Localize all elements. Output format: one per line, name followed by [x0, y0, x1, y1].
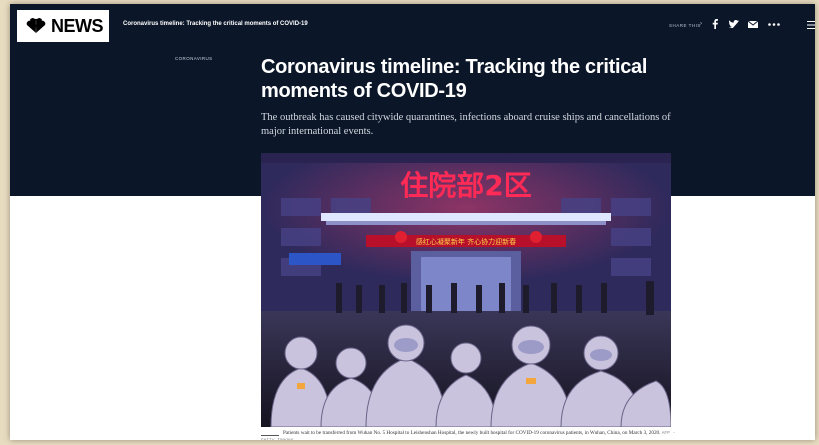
menu-icon[interactable]: [807, 21, 815, 29]
screenshot-frame: NEWS Coronavirus timeline: Tracking the …: [10, 4, 815, 440]
bar-article-title: Coronavirus timeline: Tracking the criti…: [123, 21, 308, 27]
nbc-news-logo[interactable]: NEWS: [17, 10, 109, 42]
article-photo: 住院部2区 感红心凝聚新年 齐心协力迎新春: [261, 153, 671, 427]
more-icon[interactable]: [768, 18, 780, 30]
article-headline: Coronavirus timeline: Tracking the criti…: [261, 56, 648, 102]
top-nav-bar: NEWS Coronavirus timeline: Tracking the …: [10, 4, 815, 44]
peacock-icon: [26, 18, 46, 33]
banner-text: 感红心凝聚新年 齐心协力迎新春: [416, 237, 516, 246]
share-chevron-icon: ›: [700, 21, 702, 27]
logo-text: NEWS: [51, 15, 104, 36]
hospital-night-scene: 住院部2区 感红心凝聚新年 齐心协力迎新春: [261, 153, 671, 427]
email-icon[interactable]: [747, 18, 759, 30]
caption-text: Patients wait to be transferred from Wuh…: [283, 430, 661, 436]
share-label: SHARE THIS: [669, 23, 701, 28]
facebook-icon[interactable]: [709, 18, 721, 30]
hospital-sign-text: 住院部2区: [400, 169, 531, 202]
twitter-icon[interactable]: [728, 18, 740, 30]
article-dek: The outbreak has caused citywide quarant…: [261, 112, 671, 137]
category-label[interactable]: CORONAVIRUS: [175, 56, 213, 61]
photo-caption: Patients wait to be transferred from Wuh…: [261, 430, 681, 440]
